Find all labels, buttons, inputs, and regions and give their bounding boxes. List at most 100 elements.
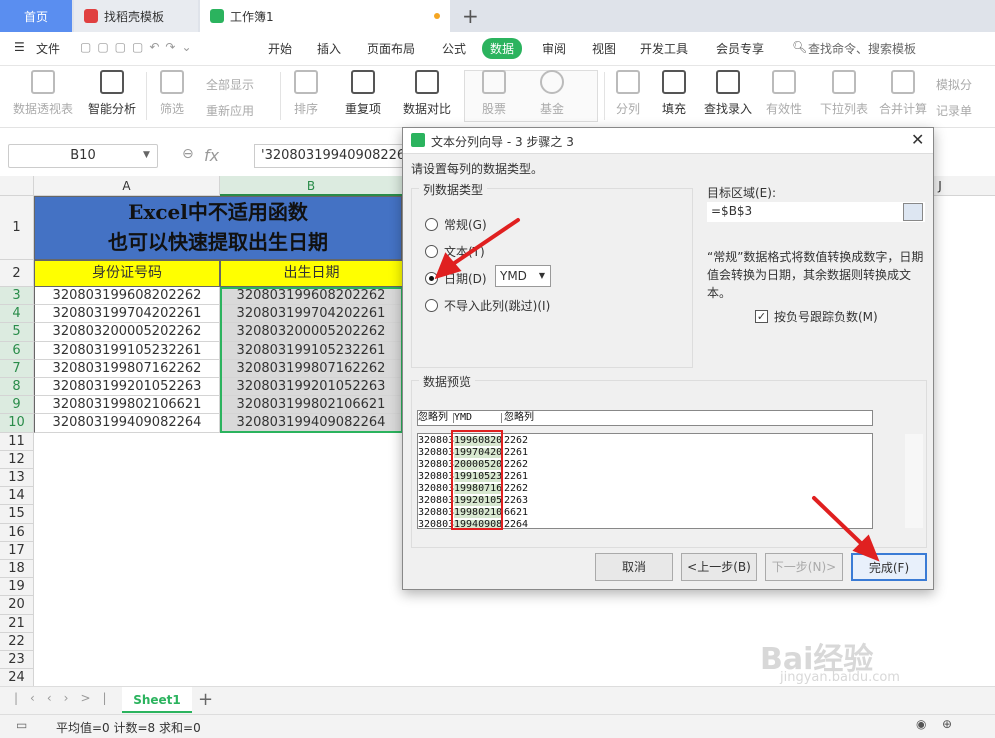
cell-id[interactable]: 320803199409082264 <box>34 414 220 433</box>
header-birthdate[interactable]: 出生日期 <box>220 260 403 287</box>
row-header-15[interactable]: 15 <box>0 505 34 524</box>
tab-workbook[interactable]: 工作簿1 <box>200 0 450 32</box>
row-header-5[interactable]: 5 <box>0 323 34 342</box>
cell-id[interactable]: 320803199201052263 <box>34 378 220 397</box>
formula-input[interactable]: '320803199409082264 <box>254 144 414 168</box>
cell-id[interactable]: 320803199704202261 <box>34 305 220 324</box>
sort-button[interactable]: 排序 <box>286 70 326 117</box>
row-header-6[interactable]: 6 <box>0 341 34 360</box>
menu-icon[interactable]: ☰ <box>14 40 25 54</box>
cell-birthdate[interactable]: 320803199807162262 <box>220 359 403 378</box>
cell-id[interactable]: 320803200005202262 <box>34 323 220 342</box>
menu-review[interactable]: 审阅 <box>542 40 566 57</box>
quick-access-icons[interactable]: ▢▢▢▢↶↷⌄ <box>80 40 198 54</box>
preview-scrollbar[interactable] <box>905 434 923 528</box>
row-header-8[interactable]: 8 <box>0 378 34 397</box>
cell-id[interactable]: 320803199807162262 <box>34 359 220 378</box>
cell-id[interactable]: 320803199105232261 <box>34 341 220 360</box>
row-header-2[interactable]: 2 <box>0 260 34 287</box>
fill-button[interactable]: 填充 <box>656 70 692 117</box>
menu-data[interactable]: 数据 <box>482 38 523 59</box>
menu-file[interactable]: 文件 <box>36 40 60 57</box>
dropdown-list-button[interactable]: 下拉列表 <box>818 70 870 117</box>
finish-button[interactable]: 完成(F) <box>851 553 927 581</box>
cell-birthdate[interactable]: 320803199704202261 <box>220 305 403 324</box>
row-header-22[interactable]: 22 <box>0 632 34 651</box>
record-form-button[interactable]: 记录单 <box>936 102 995 119</box>
smart-analysis-button[interactable]: 智能分析 <box>84 70 140 117</box>
cell-birthdate[interactable]: 320803199201052263 <box>220 378 403 397</box>
row-header-14[interactable]: 14 <box>0 487 34 506</box>
sheet-tab[interactable]: Sheet1 <box>122 687 192 713</box>
radio-skip[interactable]: 不导入此列(跳过)(I) <box>425 297 550 314</box>
new-tab-icon[interactable]: + <box>462 4 479 28</box>
name-box-dropdown-icon[interactable]: ▼ <box>143 150 150 160</box>
menu-view[interactable]: 视图 <box>592 40 616 57</box>
row-header-12[interactable]: 12 <box>0 450 34 469</box>
show-all-button[interactable]: 全部显示 <box>206 76 254 93</box>
lookup-entry-button[interactable]: 查找录入 <box>702 70 754 117</box>
column-header-j[interactable]: J <box>934 176 946 196</box>
stock-button[interactable]: 股票 <box>474 70 514 117</box>
tab-home[interactable]: 首页 <box>0 0 72 32</box>
command-search[interactable]: 查找命令、搜索模板 <box>808 40 916 57</box>
cell-birthdate[interactable]: 320803199105232261 <box>220 341 403 360</box>
menu-formula[interactable]: 公式 <box>442 40 466 57</box>
sheet-nav-icons[interactable]: |‹‹›>| <box>14 691 119 705</box>
row-header-4[interactable]: 4 <box>0 305 34 324</box>
date-format-select[interactable]: YMD ▼ <box>495 265 551 287</box>
fx-icon[interactable]: fx <box>204 146 219 165</box>
eye-icon[interactable]: ◉ <box>916 717 926 731</box>
row-header-23[interactable]: 23 <box>0 651 34 670</box>
fund-button[interactable]: 基金 <box>532 70 572 117</box>
cancel-button[interactable]: 取消 <box>595 553 673 581</box>
negative-checkbox[interactable]: ✓ 按负号跟踪负数(M) <box>755 308 878 325</box>
menu-insert[interactable]: 插入 <box>317 40 341 57</box>
row-header-24[interactable]: 24 <box>0 669 34 686</box>
cell-id[interactable]: 320803199802106621 <box>34 396 220 415</box>
pv-col-1[interactable]: 忽略列 <box>418 413 454 423</box>
next-button[interactable]: 下一步(N)> <box>765 553 843 581</box>
row-header-7[interactable]: 7 <box>0 359 34 378</box>
row-header-20[interactable]: 20 <box>0 596 34 615</box>
view-icon[interactable]: ⊕ <box>942 717 952 731</box>
column-header-b[interactable]: B <box>220 176 403 196</box>
row-header-1[interactable]: 1 <box>0 196 34 260</box>
menu-member[interactable]: 会员专享 <box>716 40 764 57</box>
consolidate-button[interactable]: 合并计算 <box>876 70 930 117</box>
search-icon[interactable]: 🔍︎ <box>792 40 807 54</box>
split-button[interactable]: 分列 <box>610 70 646 117</box>
compare-button[interactable]: 数据对比 <box>396 70 458 117</box>
select-all-corner[interactable] <box>0 176 34 196</box>
radio-date[interactable]: 日期(D) <box>425 270 487 287</box>
zoom-icon[interactable]: ⊖ <box>182 146 194 162</box>
radio-text[interactable]: 文本(T) <box>425 243 485 260</box>
back-button[interactable]: <上一步(B) <box>681 553 757 581</box>
row-header-13[interactable]: 13 <box>0 469 34 488</box>
cell-birthdate[interactable]: 320803199608202262 <box>220 287 403 306</box>
radio-general[interactable]: 常规(G) <box>425 216 487 233</box>
tab-template[interactable]: 找稻壳模板 <box>74 0 198 32</box>
duplicates-button[interactable]: 重复项 <box>338 70 388 117</box>
row-header-10[interactable]: 10 <box>0 414 34 433</box>
pv-col-3[interactable]: 忽略列 <box>504 413 534 423</box>
name-box[interactable]: B10 <box>8 144 158 168</box>
menu-dev[interactable]: 开发工具 <box>640 40 688 57</box>
add-sheet-icon[interactable]: + <box>198 689 213 710</box>
menu-start[interactable]: 开始 <box>268 40 292 57</box>
row-header-16[interactable]: 16 <box>0 523 34 542</box>
row-header-9[interactable]: 9 <box>0 396 34 415</box>
row-header-3[interactable]: 3 <box>0 287 34 306</box>
validity-button[interactable]: 有效性 <box>762 70 806 117</box>
range-picker-icon[interactable] <box>903 203 923 221</box>
cell-birthdate[interactable]: 320803200005202262 <box>220 323 403 342</box>
macro-icon[interactable]: ▭ <box>16 718 27 732</box>
pivot-button[interactable]: 数据透视表 <box>10 70 76 117</box>
reapply-button[interactable]: 重新应用 <box>206 102 254 119</box>
row-header-11[interactable]: 11 <box>0 432 34 451</box>
cell-id[interactable]: 320803199608202262 <box>34 287 220 306</box>
row-header-17[interactable]: 17 <box>0 541 34 560</box>
filter-button[interactable]: 筛选 <box>152 70 192 117</box>
row-header-19[interactable]: 19 <box>0 578 34 597</box>
header-id[interactable]: 身份证号码 <box>34 260 220 287</box>
